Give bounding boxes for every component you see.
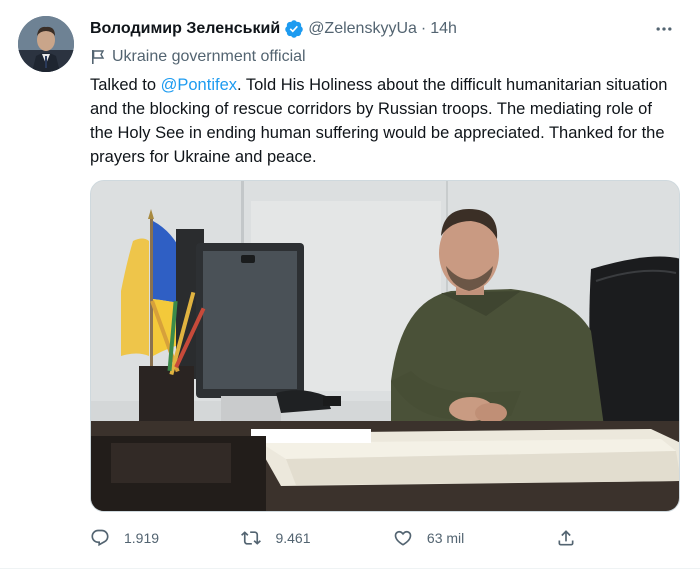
tweet-actions: 1.919 9.461 63 mil: [90, 526, 590, 550]
avatar[interactable]: [18, 16, 74, 72]
tweet-text-start: Talked to: [90, 76, 161, 94]
tweet-timestamp[interactable]: 14h: [430, 20, 457, 38]
tweet-card[interactable]: Володимир Зеленський @ZelenskyyUa · 14h …: [0, 0, 700, 569]
share-button[interactable]: [556, 528, 590, 548]
retweet-icon: [241, 531, 262, 545]
more-horizontal-icon[interactable]: [652, 18, 676, 40]
tweet-photo[interactable]: [90, 180, 680, 512]
flag-icon: [90, 49, 106, 65]
government-label-text: Ukraine government official: [112, 48, 306, 65]
tweet-text: Talked to @Pontifex. Told His Holiness a…: [90, 73, 678, 169]
reply-icon: [91, 529, 109, 547]
author-handle[interactable]: @ZelenskyyUa: [308, 20, 417, 38]
government-label[interactable]: Ukraine government official: [90, 46, 306, 68]
reply-count: 1.919: [124, 530, 160, 546]
like-count: 63 mil: [426, 530, 465, 546]
separator-dot: ·: [420, 20, 427, 37]
heart-icon: [394, 530, 412, 546]
mention-link[interactable]: @Pontifex: [161, 76, 237, 94]
retweet-button[interactable]: 9.461: [241, 528, 392, 548]
reply-button[interactable]: 1.919: [90, 528, 241, 548]
share-icon: [558, 530, 574, 546]
retweet-count: 9.461: [275, 530, 311, 546]
tweet-header: Володимир Зеленський @ZelenskyyUa · 14h: [90, 18, 684, 40]
author-name[interactable]: Володимир Зеленський: [90, 20, 280, 38]
verified-badge-icon: [284, 19, 304, 39]
like-button[interactable]: 63 mil: [393, 528, 556, 548]
